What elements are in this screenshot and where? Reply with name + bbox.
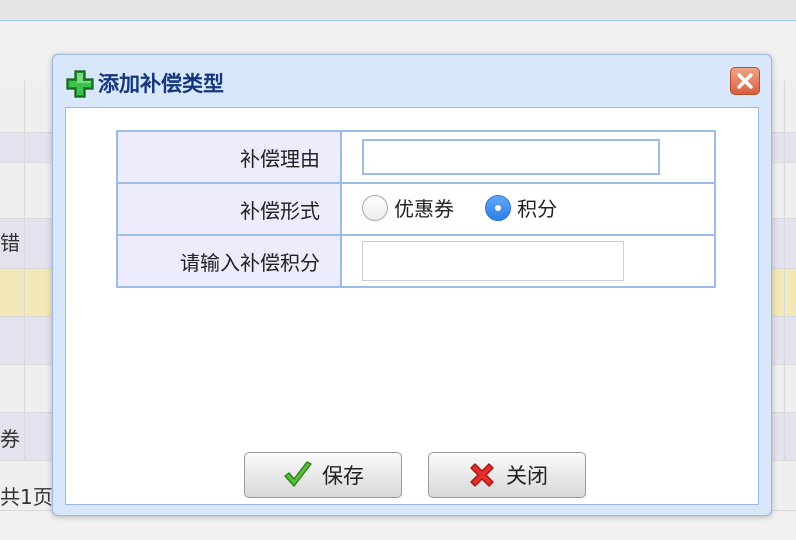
close-button-label: 关闭: [506, 464, 548, 488]
save-button-label: 保存: [322, 464, 364, 488]
reason-input[interactable]: [362, 139, 660, 175]
form-row-reason: 补偿理由: [116, 130, 716, 184]
close-button[interactable]: 关闭: [428, 452, 586, 498]
dialog-header: 添加补偿类型: [53, 55, 771, 107]
dialog-title: 添加补偿类型: [98, 72, 224, 96]
compensation-form: 补偿理由 补偿形式 优惠券 积分 请输入补偿积分: [116, 130, 716, 288]
background-cell-text: 错: [0, 231, 20, 255]
radio-points-button[interactable]: [485, 194, 512, 221]
background-topbar: [0, 0, 796, 21]
background-cell-text: 券: [0, 427, 20, 451]
radio-points[interactable]: 积分: [485, 193, 557, 222]
save-button[interactable]: 保存: [244, 452, 402, 498]
column-divider: [784, 80, 785, 460]
reason-label: 补偿理由: [116, 130, 342, 184]
form-row-type: 补偿形式 优惠券 积分: [116, 182, 716, 236]
points-input[interactable]: [362, 241, 624, 281]
close-icon: [737, 73, 753, 89]
dialog-body: 补偿理由 补偿形式 优惠券 积分 请输入补偿积分 保存 关闭: [65, 107, 759, 505]
check-icon: [284, 461, 312, 487]
form-type-label: 补偿形式: [116, 182, 342, 236]
radio-coupon-button[interactable]: [362, 194, 388, 221]
form-row-points: 请输入补偿积分: [116, 234, 716, 288]
points-label: 请输入补偿积分: [116, 234, 342, 288]
points-cell: [340, 234, 716, 288]
form-type-cell: 优惠券 积分: [340, 182, 716, 236]
radio-points-label: 积分: [517, 197, 558, 222]
plus-icon: [66, 70, 94, 98]
reason-cell: [340, 130, 716, 184]
pagination-text: 共1页: [0, 485, 53, 509]
radio-coupon-label: 优惠券: [394, 197, 454, 222]
column-divider: [24, 80, 25, 460]
radio-coupon[interactable]: 优惠券: [362, 193, 454, 222]
cross-icon: [470, 463, 494, 487]
close-dialog-button[interactable]: [730, 67, 760, 95]
add-compensation-type-dialog: 添加补偿类型 补偿理由 补偿形式 优惠券 积分 请输入补偿积分 保存 关闭: [52, 54, 772, 516]
